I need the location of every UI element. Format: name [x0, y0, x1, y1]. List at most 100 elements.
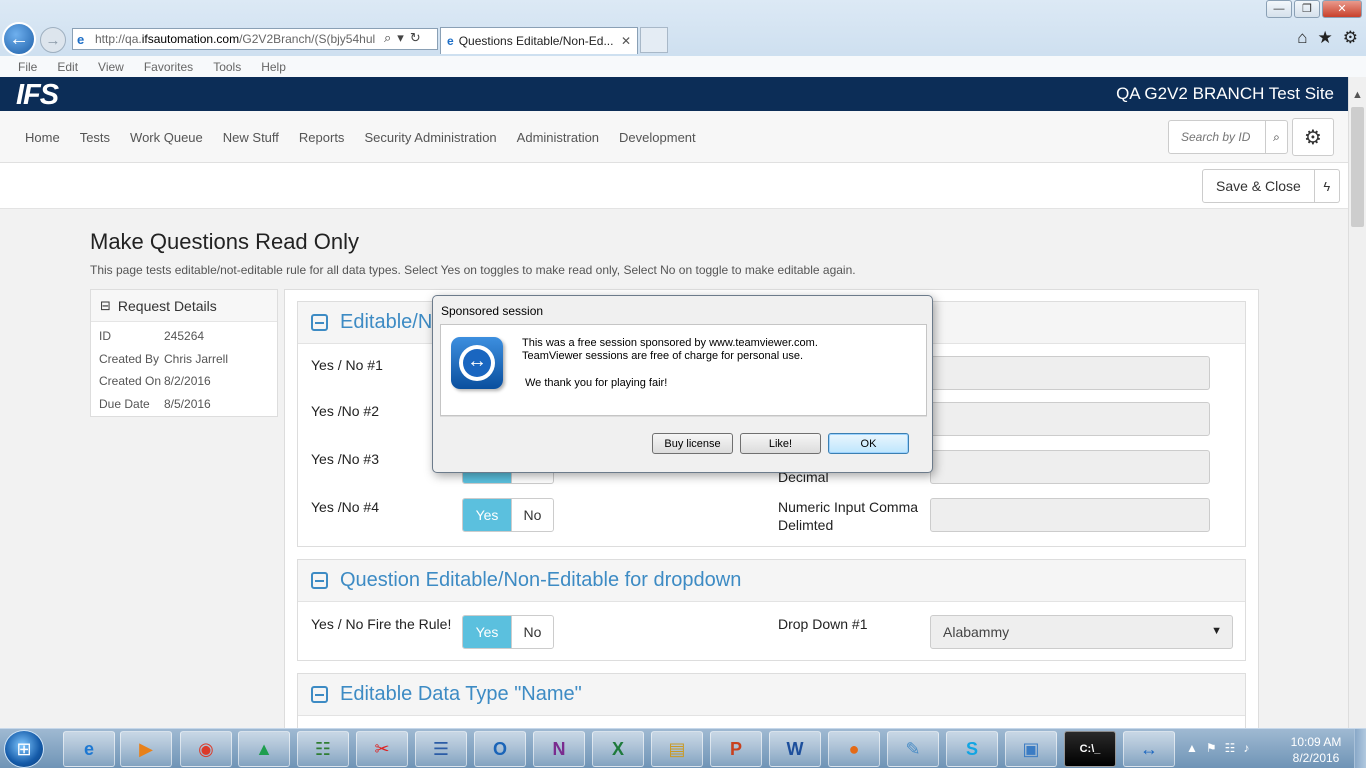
taskbar-outlook[interactable]: O: [474, 731, 526, 767]
detail-row-created-on: Created On 8/2/2016: [91, 370, 277, 393]
section-header[interactable]: Editable Data Type "Name": [298, 674, 1245, 716]
search-icon: ⌕: [1273, 129, 1280, 144]
taskbar-teamviewer[interactable]: ↔: [1123, 731, 1175, 767]
action-bar: [0, 163, 1348, 209]
minimize-button[interactable]: —: [1266, 0, 1292, 18]
like-button[interactable]: Like!: [740, 433, 821, 454]
taskbar-project[interactable]: ☷: [297, 731, 349, 767]
menu-file[interactable]: File: [18, 60, 37, 74]
scroll-up-icon[interactable]: ▲: [1352, 89, 1363, 101]
teamviewer-icon: ↔: [1140, 738, 1158, 759]
toggle-no[interactable]: No: [511, 499, 553, 531]
nav-tests[interactable]: Tests: [80, 130, 110, 145]
settings-gear-icon[interactable]: ⚙: [1343, 28, 1358, 48]
readonly-input[interactable]: [930, 356, 1210, 390]
back-button[interactable]: ←: [2, 22, 36, 56]
nav-home[interactable]: Home: [25, 130, 60, 145]
page-scrollbar[interactable]: ▲: [1348, 77, 1366, 728]
forward-button[interactable]: →: [40, 27, 66, 53]
tray-expand-icon[interactable]: ▲: [1186, 741, 1198, 755]
nav-security-administration[interactable]: Security Administration: [364, 130, 496, 145]
show-desktop-button[interactable]: [1354, 729, 1366, 768]
onenote-icon: N: [552, 738, 566, 759]
taskbar-explorer[interactable]: ▤: [651, 731, 703, 767]
restore-button[interactable]: ❐: [1294, 0, 1320, 18]
search-by-id: ⌕: [1168, 120, 1288, 154]
toggle-yes[interactable]: Yes: [463, 499, 511, 531]
taskbar-ie[interactable]: e: [63, 731, 115, 767]
section-title: Editable/No: [340, 311, 444, 333]
collapse-icon[interactable]: [311, 572, 328, 589]
nav-development[interactable]: Development: [619, 130, 696, 145]
dropdown-arrow-icon[interactable]: ▾: [397, 30, 410, 45]
favorites-star-icon[interactable]: ★: [1318, 28, 1333, 48]
close-tab-icon[interactable]: ✕: [621, 34, 631, 48]
network-icon: ☰: [432, 738, 450, 759]
readonly-input[interactable]: [930, 402, 1210, 436]
refresh-icon[interactable]: ↻: [410, 30, 427, 45]
ok-button[interactable]: OK: [828, 433, 909, 454]
taskbar-cmd[interactable]: C:\_: [1064, 731, 1116, 767]
collapse-icon[interactable]: [311, 314, 328, 331]
tray-network-icon[interactable]: ☷: [1225, 741, 1236, 755]
search-input[interactable]: [1170, 122, 1266, 152]
home-icon[interactable]: ⌂: [1297, 28, 1307, 48]
menu-favorites[interactable]: Favorites: [144, 60, 193, 74]
ifs-logo[interactable]: IFS: [16, 79, 59, 112]
start-button[interactable]: ⊞: [4, 730, 44, 768]
page-description: This page tests editable/not-editable ru…: [90, 263, 856, 277]
cmd-icon: C:\_: [1079, 743, 1101, 755]
request-details-header[interactable]: ⊟ Request Details: [91, 290, 277, 322]
taskbar-powerpoint[interactable]: P: [710, 731, 762, 767]
taskbar-network[interactable]: ☰: [415, 731, 467, 767]
toggle-no[interactable]: No: [511, 616, 553, 648]
excel-icon: X: [611, 738, 624, 759]
detail-row-id: ID 245264: [91, 325, 277, 348]
tray-flag-icon[interactable]: ⚑: [1206, 741, 1217, 755]
save-close-button[interactable]: Save & Close: [1202, 169, 1315, 203]
new-tab-button[interactable]: [640, 27, 668, 53]
menu-edit[interactable]: Edit: [57, 60, 78, 74]
taskbar-skype[interactable]: S: [946, 731, 998, 767]
taskbar-chrome[interactable]: ◉: [180, 731, 232, 767]
taskbar-firefox[interactable]: ●: [828, 731, 880, 767]
yes-no-toggle: Yes No: [462, 498, 554, 532]
taskbar-notepad[interactable]: ✎: [887, 731, 939, 767]
decimal-input[interactable]: [930, 450, 1210, 484]
quick-action-button[interactable]: ϟ: [1314, 169, 1340, 203]
toggle-yes[interactable]: Yes: [463, 616, 511, 648]
nav-administration[interactable]: Administration: [517, 130, 599, 145]
menu-view[interactable]: View: [98, 60, 124, 74]
buy-license-button[interactable]: Buy license: [652, 433, 733, 454]
site-header: IFS QA G2V2 BRANCH Test Site: [0, 77, 1348, 111]
collapse-icon[interactable]: [311, 686, 328, 703]
taskbar-clock[interactable]: 10:09 AM 8/2/2016: [1286, 734, 1346, 766]
clock-date: 8/2/2016: [1292, 751, 1340, 765]
taskbar-photos[interactable]: ▣: [1005, 731, 1057, 767]
search-button[interactable]: ⌕: [1265, 121, 1287, 153]
browser-tab-active[interactable]: e Questions Editable/Non-Ed... ✕: [440, 27, 638, 54]
section-header[interactable]: Question Editable/Non-Editable for dropd…: [298, 560, 1245, 602]
nav-new-stuff[interactable]: New Stuff: [223, 130, 279, 145]
browser-chrome: — ❐ ✕ ← → e http://qa. ifsautomation.com /…: [0, 0, 1366, 77]
taskbar-word[interactable]: W: [769, 731, 821, 767]
settings-button[interactable]: ⚙: [1292, 118, 1334, 156]
close-window-button[interactable]: ✕: [1322, 0, 1362, 18]
nav-reports[interactable]: Reports: [299, 130, 345, 145]
nav-work-queue[interactable]: Work Queue: [130, 130, 203, 145]
collapse-icon[interactable]: ⊟: [100, 298, 111, 314]
outlook-icon: O: [492, 738, 507, 759]
search-icon[interactable]: ⌕: [384, 30, 397, 45]
scroll-thumb[interactable]: [1351, 107, 1364, 227]
detail-value: 8/5/2016: [164, 396, 211, 411]
taskbar-onenote[interactable]: N: [533, 731, 585, 767]
taskbar-media[interactable]: ▶: [120, 731, 172, 767]
menu-tools[interactable]: Tools: [213, 60, 241, 74]
numeric-comma-input[interactable]: [930, 498, 1210, 532]
taskbar-excel[interactable]: X: [592, 731, 644, 767]
tray-volume-icon[interactable]: ♪: [1243, 741, 1249, 755]
menu-help[interactable]: Help: [261, 60, 286, 74]
taskbar-drive[interactable]: ▲: [238, 731, 290, 767]
taskbar-snipping[interactable]: ✂: [356, 731, 408, 767]
dropdown-select[interactable]: Alabammy ▼: [930, 615, 1233, 649]
